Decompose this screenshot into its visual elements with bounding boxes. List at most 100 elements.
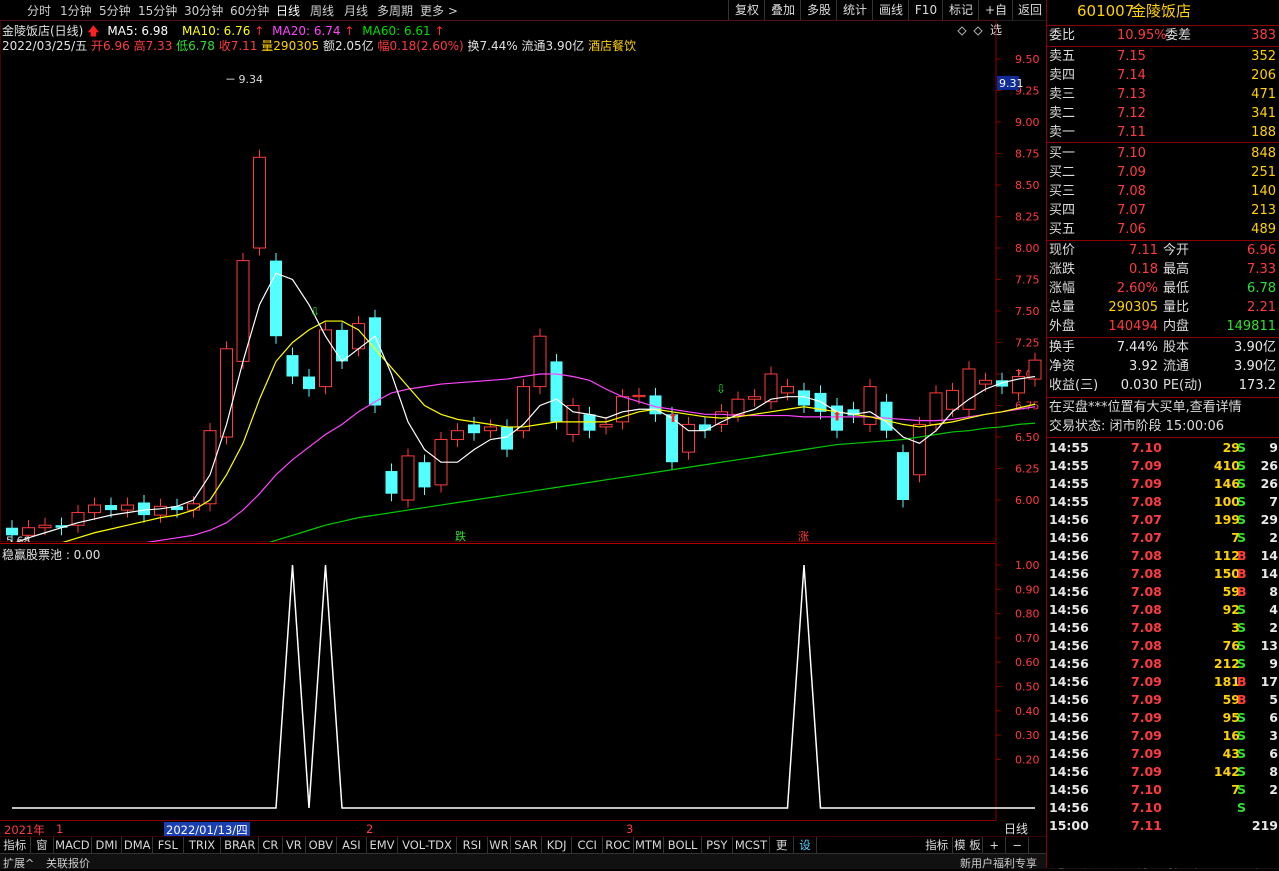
tick-price: 7.09 (1131, 728, 1162, 743)
indicator-tab-2[interactable]: MACD (54, 837, 92, 853)
trade-status-text: 交易状态: 闭市阶段 15:00:06 (1049, 419, 1225, 434)
timeframe-8[interactable]: 月线 (344, 2, 368, 19)
indicator-tab-16[interactable]: SAR (511, 837, 542, 853)
toolbar-button-2[interactable]: 多股 (800, 0, 837, 20)
indicator-tab-1[interactable]: 窗口 (31, 837, 54, 868)
timeframe-0[interactable]: 分时 (27, 2, 51, 19)
indicator-tab-0[interactable]: 指标A (0, 837, 31, 868)
tick-price: 7.08 (1131, 584, 1162, 599)
asks-row[interactable]: 卖一 7.11 188 (1047, 124, 1279, 142)
asks-row[interactable]: 卖四 7.14 206 (1047, 67, 1279, 85)
toolbar-button-7[interactable]: +自选 (978, 0, 1013, 37)
related-quote-button[interactable]: 关联报价 (46, 855, 90, 871)
indicator-tab-20[interactable]: MTM (634, 837, 665, 853)
big-order-notice[interactable]: 在买盘***位置有大买单,查看详情 (1047, 399, 1279, 417)
indicator-tab-23[interactable]: MCST (733, 837, 771, 853)
indicator-tab-8[interactable]: CR (259, 837, 283, 853)
toolbar-button-4[interactable]: 画线 (872, 0, 909, 20)
bids-price: 7.08 (1117, 184, 1146, 199)
indicator-tab-24[interactable]: 更多 (770, 837, 794, 868)
timeframe-10[interactable]: 更多 > (420, 2, 458, 19)
indicator-tab-17[interactable]: KDJ (542, 837, 573, 853)
indicator-tab-28[interactable]: + (983, 837, 1007, 853)
bids-row[interactable]: 买二 7.09 251 (1047, 164, 1279, 182)
candle-down (897, 452, 909, 500)
indicator-tab-15[interactable]: WR (488, 837, 512, 853)
indicator-tab-13[interactable]: VOL-TDX (398, 837, 458, 853)
timeframe-1[interactable]: 1分钟 (60, 2, 92, 19)
weibi-row: 委比 10.95% 委差 383 (1047, 27, 1279, 45)
indicator-tab-14[interactable]: RSI (457, 837, 488, 853)
bids-row[interactable]: 买一 7.10 848 (1047, 145, 1279, 163)
toolbar-button-6[interactable]: 标记 (942, 0, 979, 20)
fund-row: 收益(三) 0.030 PE(动) 173.2 (1047, 377, 1279, 395)
asks-row[interactable]: 卖三 7.13 471 (1047, 86, 1279, 104)
indicator-tab-4[interactable]: DMA (122, 837, 153, 853)
candle-up (533, 335, 547, 388)
bids-row[interactable]: 买四 7.07 213 (1047, 202, 1279, 220)
bids-price: 7.10 (1117, 146, 1146, 161)
timeframe-5[interactable]: 60分钟 (230, 2, 269, 19)
toolbar-button-5[interactable]: F10 (908, 0, 943, 20)
timeframe-9[interactable]: 多周期 (377, 2, 413, 19)
tick-count: 9 (1269, 440, 1278, 455)
tick-time: 14:55 (1049, 476, 1089, 491)
tick-side: S (1237, 746, 1247, 761)
indicator-tab-26[interactable]: 指标B (922, 837, 953, 868)
candle-up (566, 405, 580, 435)
tick-price: 7.10 (1131, 800, 1162, 815)
timeframe-6[interactable]: 日线 (276, 2, 300, 19)
indicator-tab-19[interactable]: ROC (603, 837, 634, 853)
timeframe-2[interactable]: 5分钟 (99, 2, 131, 19)
indicator-tab-25[interactable]: 设置 (794, 837, 818, 868)
indicator-tab-9[interactable]: VR (283, 837, 306, 853)
tick-price: 7.09 (1131, 710, 1162, 725)
asks-label: 卖二 (1049, 106, 1076, 121)
weibi-label: 委比 (1049, 28, 1076, 43)
indicator-tab-11[interactable]: ASI (337, 837, 368, 853)
indicator-chart[interactable]: 1.00 0.90 0.80 0.70 0.60 0.50 0.40 0.30 0.20 (0, 544, 1046, 820)
tick-price: 7.08 (1131, 638, 1162, 653)
fund-row: 净资 3.92 流通 3.90亿 (1047, 358, 1279, 376)
candlestick-chart[interactable]: 9.509.259.008.758.508.258.007.757.507.25… (0, 20, 1046, 542)
indicator-tab-12[interactable]: EMV (367, 837, 398, 853)
asks-row[interactable]: 卖五 7.15 352 (1047, 48, 1279, 66)
price-tick-label: 7.25 (1015, 337, 1040, 350)
asks-label: 卖一 (1049, 125, 1076, 140)
bids-row[interactable]: 买五 7.06 489 (1047, 221, 1279, 239)
stat-label: 最低 (1163, 281, 1190, 296)
toolbar-button-3[interactable]: 统计 (836, 0, 873, 20)
asks-row[interactable]: 卖二 7.12 341 (1047, 105, 1279, 123)
tick-row: 14:56 7.08 76 S 13 (1047, 637, 1279, 655)
new-user-promo[interactable]: 新用户福利专享 (960, 855, 1037, 871)
bids-row[interactable]: 买三 7.08 140 (1047, 183, 1279, 201)
indicator-tab-18[interactable]: CCI (572, 837, 603, 853)
indicator-tab-29[interactable]: − (1006, 837, 1030, 853)
period-label[interactable]: 日线 (1004, 820, 1028, 837)
tick-side: B (1237, 584, 1247, 599)
tick-time: 15:00 (1049, 818, 1089, 833)
candle-down (369, 317, 381, 406)
stat-label: 涨跌 (1049, 262, 1076, 277)
tick-price: 7.08 (1131, 656, 1162, 671)
timeframe-7[interactable]: 周线 (310, 2, 334, 19)
indicator-tab-27[interactable]: 模 板 (953, 837, 984, 853)
toolbar-button-1[interactable]: 叠加 (764, 0, 801, 20)
toolbar-button-0[interactable]: 复权 (728, 0, 765, 20)
indicator-tab-6[interactable]: TRIX (184, 837, 222, 853)
timeframe-3[interactable]: 15分钟 (138, 2, 177, 19)
indicator-tab-7[interactable]: BRAR (221, 837, 260, 853)
toolbar-button-8[interactable]: 返回 (1012, 0, 1047, 20)
expand-button[interactable]: 扩展^ (3, 855, 34, 871)
indicator-tab-5[interactable]: FSL (153, 837, 184, 853)
tick-row: 14:55 7.09 146 S 26 (1047, 475, 1279, 493)
indicator-tab-21[interactable]: BOLL (664, 837, 702, 853)
bids-price: 7.07 (1117, 203, 1146, 218)
indicator-tab-3[interactable]: DMI (92, 837, 123, 853)
timeframe-4[interactable]: 30分钟 (184, 2, 223, 19)
price-tick-label: 6.50 (1015, 431, 1040, 444)
tick-price: 7.10 (1131, 782, 1162, 797)
candle-down (418, 462, 431, 488)
indicator-tab-22[interactable]: PSY (702, 837, 733, 853)
indicator-tab-10[interactable]: OBV (306, 837, 337, 853)
